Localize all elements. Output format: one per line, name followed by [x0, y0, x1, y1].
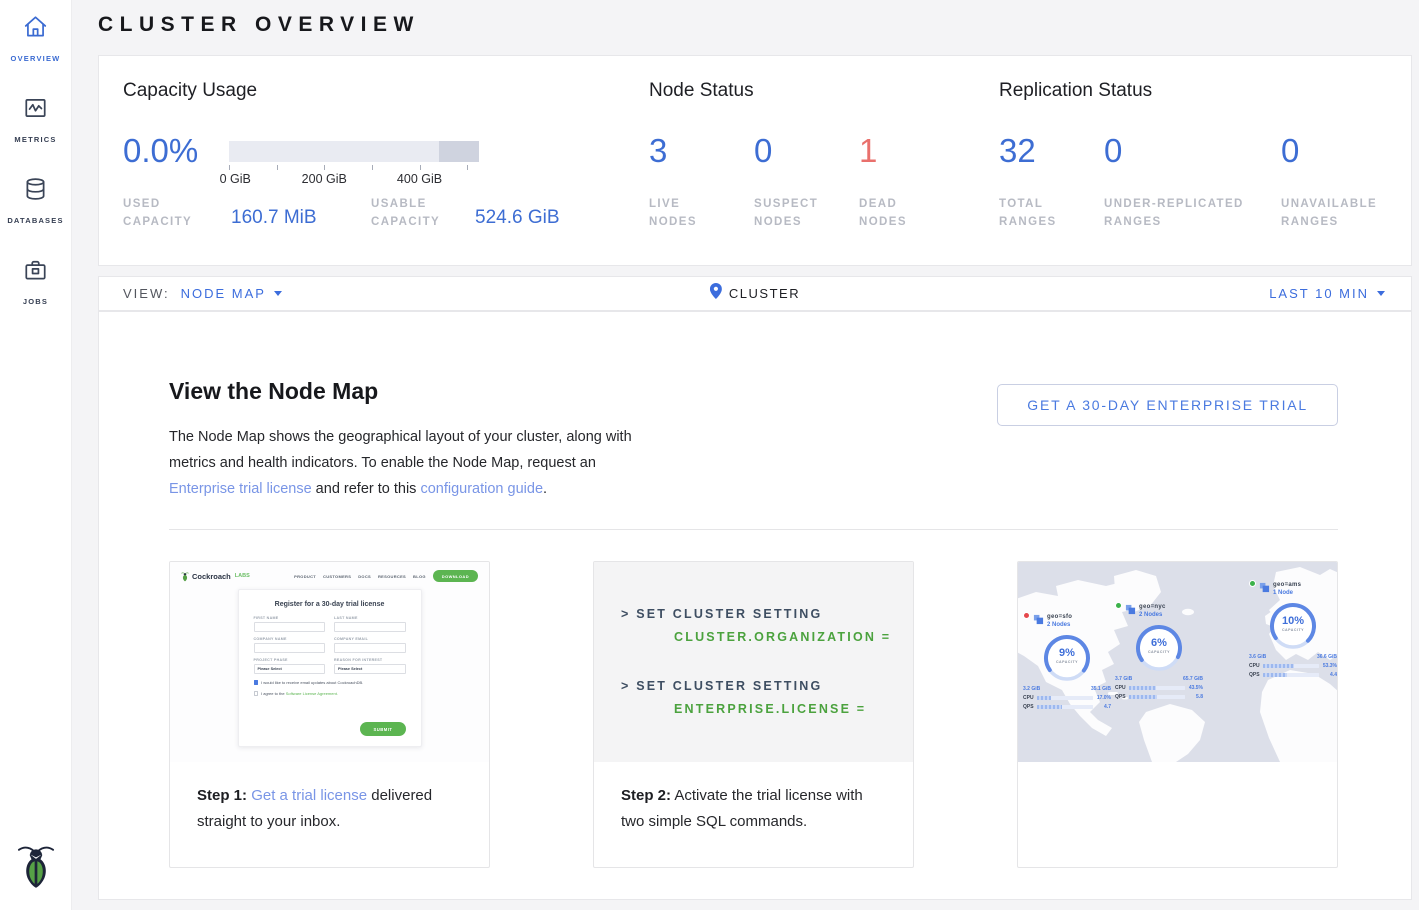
- node-map-heading: View the Node Map: [169, 378, 378, 405]
- gauge-tick-label: 400 GiB: [397, 172, 442, 186]
- step2-card: > SET CLUSTER SETTING CLUSTER.ORGANIZATI…: [593, 561, 914, 868]
- nodes-cube-icon: [1259, 582, 1270, 593]
- time-range-selector[interactable]: LAST 10 MIN: [1269, 286, 1385, 301]
- mini-download-button: DOWNLOAD: [433, 570, 478, 582]
- description-text: and refer to this: [312, 481, 421, 497]
- dead-nodes-label: DEAD NODES: [859, 195, 919, 231]
- sidebar-item-label: METRICS: [14, 135, 56, 144]
- capacity-gauge: 0 GiB 200 GiB 400 GiB: [229, 141, 479, 188]
- view-selector[interactable]: VIEW: NODE MAP: [123, 286, 282, 301]
- steps-row: Cockroach LABS PRODUCT CUSTOMERS DOCS RE…: [169, 561, 1338, 868]
- node-status-title: Node Status: [649, 80, 754, 102]
- live-nodes-label: LIVE NODES: [649, 195, 719, 231]
- breadcrumb: CLUSTER: [710, 283, 800, 304]
- live-nodes-count: 3: [649, 132, 667, 170]
- view-bar: VIEW: NODE MAP CLUSTER LAST 10 MIN: [98, 276, 1412, 311]
- node-map-panel: View the Node Map GET A 30-DAY ENTERPRIS…: [98, 311, 1412, 900]
- used-capacity-value: 160.7 MiB: [231, 207, 317, 229]
- sidebar-item-databases[interactable]: DATABASES: [7, 176, 63, 225]
- view-value: NODE MAP: [181, 286, 266, 301]
- usable-capacity-label: USABLE CAPACITY: [371, 195, 461, 231]
- gauge-tick-label: 0 GiB: [220, 172, 251, 186]
- sidebar: OVERVIEW METRICS DATABASES JOBS: [0, 0, 72, 910]
- capacity-usage-title: Capacity Usage: [123, 80, 257, 102]
- mini-checkbox-unchecked: [254, 691, 259, 696]
- live-status-dot: [1115, 602, 1122, 609]
- step3-node-map-preview: geo=sfo 2 Nodes 9% CAPACITY 3.2 GiB35.1 …: [1018, 562, 1337, 762]
- sidebar-item-overview[interactable]: OVERVIEW: [11, 14, 61, 63]
- total-ranges-count: 32: [999, 132, 1036, 170]
- step3-card: geo=sfo 2 Nodes 9% CAPACITY 3.2 GiB35.1 …: [1017, 561, 1338, 868]
- locality-badge-nyc: geo=nyc 2 Nodes 6% CAPACITY 3.7 GiB65.7 …: [1115, 604, 1203, 700]
- capacity-gauge-ticks: [229, 162, 479, 170]
- mini-checkbox-checked: [254, 680, 259, 685]
- mini-submit-button: SUBMIT: [360, 722, 405, 736]
- capacity-gauge-bar: [229, 141, 479, 162]
- step1-preview-image: Cockroach LABS PRODUCT CUSTOMERS DOCS RE…: [170, 562, 489, 762]
- mini-brand-suffix: LABS: [235, 573, 250, 579]
- nodes-cube-icon: [1125, 604, 1136, 615]
- mini-trial-form: Register for a 30-day trial license FIRS…: [238, 589, 422, 747]
- under-replicated-ranges-count: 0: [1104, 132, 1122, 170]
- cluster-summary-panel: Capacity Usage 0.0% 0 GiB 200 GiB 400 Gi…: [98, 55, 1412, 266]
- home-icon: [22, 14, 49, 45]
- nodes-cube-icon: [1033, 614, 1044, 625]
- sidebar-item-metrics[interactable]: METRICS: [14, 95, 56, 144]
- step1-card: Cockroach LABS PRODUCT CUSTOMERS DOCS RE…: [169, 561, 490, 868]
- suspect-nodes-count: 0: [754, 132, 772, 170]
- cockroachdb-logo: [17, 841, 55, 894]
- database-icon: [22, 176, 49, 207]
- gauge-tick-label: 200 GiB: [302, 172, 347, 186]
- dead-nodes-count: 1: [859, 132, 877, 170]
- enterprise-trial-license-link[interactable]: Enterprise trial license: [169, 481, 312, 497]
- replication-status-title: Replication Status: [999, 80, 1152, 102]
- breadcrumb-cluster-label: CLUSTER: [729, 286, 800, 301]
- chevron-down-icon: [274, 291, 282, 296]
- section-divider: [169, 529, 1338, 530]
- used-capacity-label: USED CAPACITY: [123, 195, 213, 231]
- sidebar-item-label: JOBS: [23, 297, 48, 306]
- under-replicated-ranges-label: UNDER-REPLICATED RANGES: [1104, 195, 1264, 231]
- page-title: CLUSTER OVERVIEW: [98, 13, 420, 37]
- capacity-donut: 9% CAPACITY: [1041, 632, 1093, 684]
- usable-capacity-value: 524.6 GiB: [475, 207, 560, 229]
- time-range-value: LAST 10 MIN: [1269, 286, 1369, 301]
- locality-badge-ams: geo=ams 1 Node 10% CAPACITY 3.6 GiB36.6 …: [1249, 582, 1337, 678]
- live-status-dot: [1249, 580, 1256, 587]
- node-map-description: The Node Map shows the geographical layo…: [169, 424, 647, 502]
- locality-badge-sfo: geo=sfo 2 Nodes 9% CAPACITY 3.2 GiB35.1 …: [1023, 614, 1111, 710]
- sidebar-item-label: OVERVIEW: [11, 54, 61, 63]
- sidebar-item-jobs[interactable]: JOBS: [22, 257, 49, 306]
- suspect-nodes-label: SUSPECT NODES: [754, 195, 834, 231]
- description-text: .: [543, 481, 547, 497]
- mini-site-nav: PRODUCT CUSTOMERS DOCS RESOURCES BLOG DO…: [294, 570, 478, 582]
- metrics-chart-icon: [22, 95, 49, 126]
- capacity-donut: 6% CAPACITY: [1133, 622, 1185, 674]
- step2-label: Step 2:: [621, 787, 671, 804]
- dead-status-dot: [1023, 612, 1030, 619]
- total-ranges-label: TOTAL RANGES: [999, 195, 1074, 231]
- briefcase-icon: [22, 257, 49, 288]
- step2-sql-panel: > SET CLUSTER SETTING CLUSTER.ORGANIZATI…: [594, 562, 913, 762]
- chevron-down-icon: [1377, 291, 1385, 296]
- unavailable-ranges-count: 0: [1281, 132, 1299, 170]
- step1-caption: Step 1: Get a trial license delivered st…: [170, 762, 489, 835]
- capacity-donut: 10% CAPACITY: [1267, 600, 1319, 652]
- capacity-used-percent: 0.0%: [123, 132, 198, 170]
- capacity-gauge-reserved-segment: [439, 141, 479, 162]
- step2-caption: Step 2: Activate the trial license with …: [594, 762, 913, 835]
- step1-label: Step 1:: [197, 787, 247, 804]
- view-label: VIEW:: [123, 286, 170, 301]
- mini-cockroach-brand: Cockroach LABS: [181, 571, 250, 582]
- map-pin-icon: [710, 283, 722, 304]
- enterprise-trial-button[interactable]: GET A 30-DAY ENTERPRISE TRIAL: [997, 384, 1338, 426]
- get-trial-license-link[interactable]: Get a trial license: [251, 787, 367, 804]
- mini-form-title: Register for a 30-day trial license: [254, 601, 406, 608]
- mini-brand-text: Cockroach: [192, 572, 231, 581]
- configuration-guide-link[interactable]: configuration guide: [420, 481, 543, 497]
- sidebar-item-label: DATABASES: [7, 216, 63, 225]
- unavailable-ranges-label: UNAVAILABLE RANGES: [1281, 195, 1396, 231]
- description-text: The Node Map shows the geographical layo…: [169, 429, 632, 471]
